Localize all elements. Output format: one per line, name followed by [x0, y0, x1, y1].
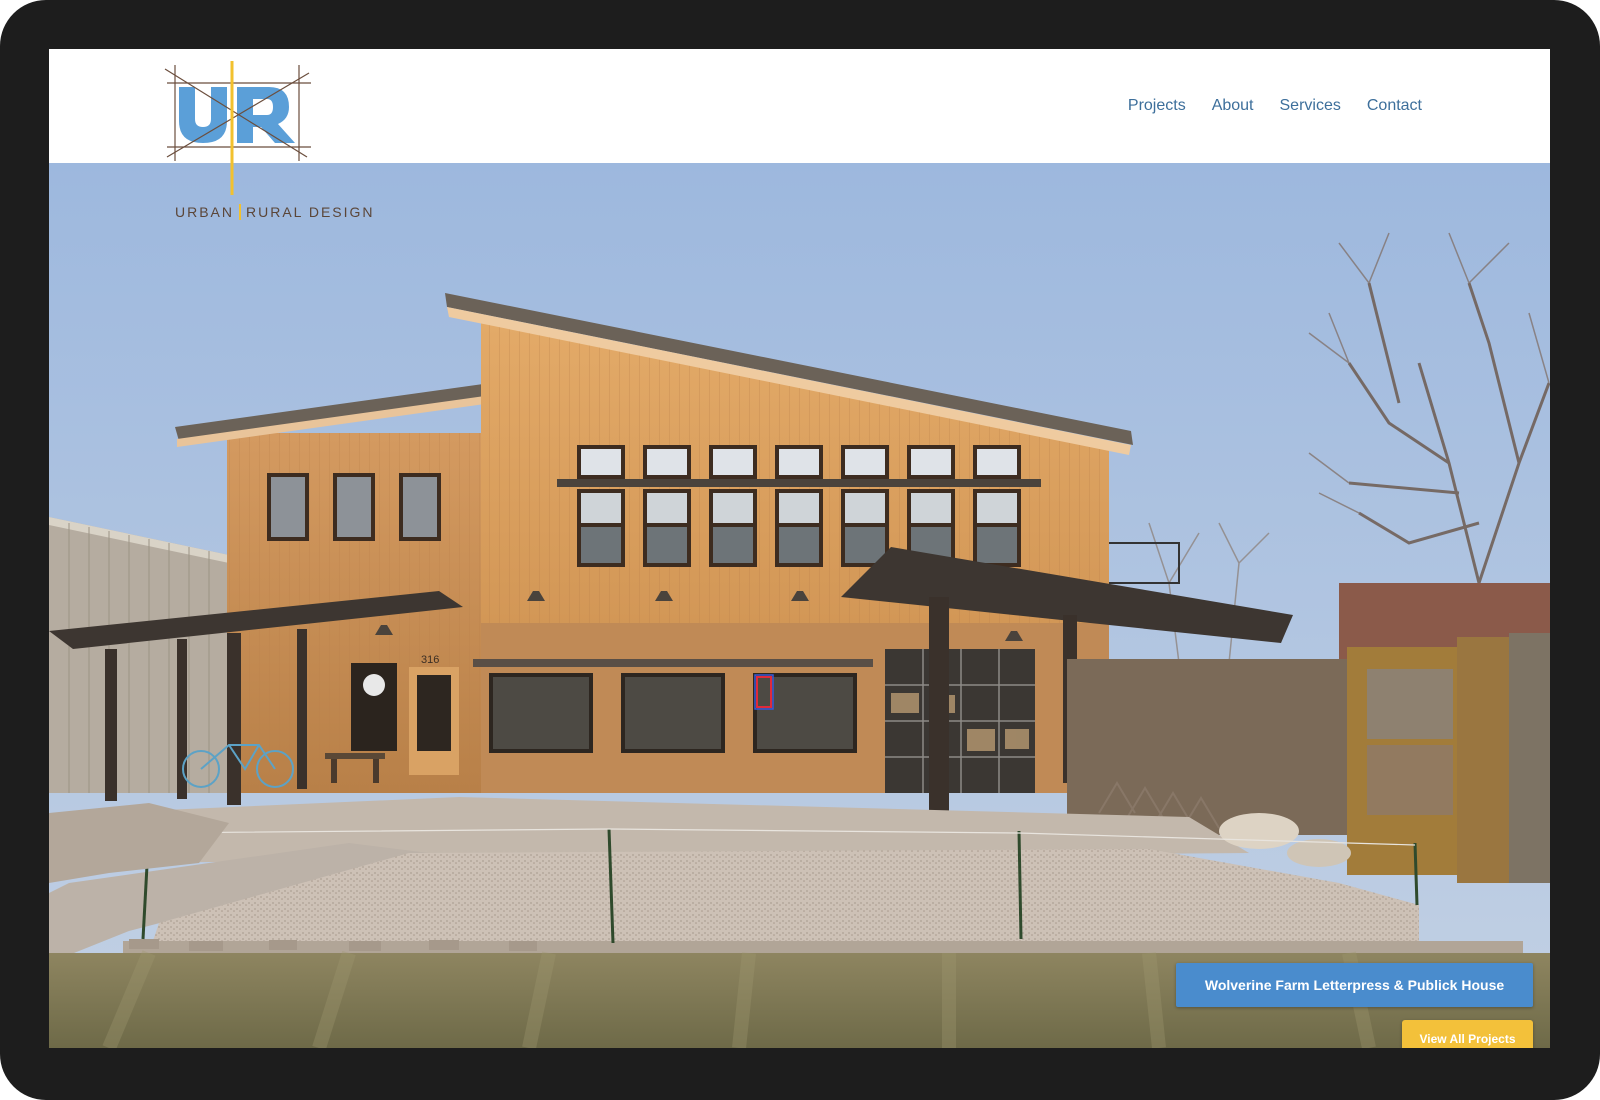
- view-all-projects-button[interactable]: View All Projects: [1402, 1020, 1533, 1048]
- nav-services[interactable]: Services: [1280, 97, 1341, 115]
- logo-divider: [239, 204, 242, 220]
- nav-about[interactable]: About: [1212, 97, 1254, 115]
- nav-contact[interactable]: Contact: [1367, 97, 1422, 115]
- hero-photo: 316: [49, 163, 1550, 1048]
- logo-text-rural-design: RURAL DESIGN: [246, 204, 375, 220]
- nav-projects[interactable]: Projects: [1128, 97, 1186, 115]
- hero-slide: 316 Wolverine Farm Letterpress & Publick…: [49, 163, 1550, 1048]
- device-frame: Projects About Services Contact URBAN RU…: [0, 0, 1600, 1100]
- logo-wordmark: URBAN RURAL DESIGN: [175, 204, 375, 220]
- building-number: 316: [421, 654, 439, 666]
- main-nav: Projects About Services Contact: [1128, 97, 1422, 115]
- logo-mark-icon: [164, 61, 311, 195]
- project-caption-button[interactable]: Wolverine Farm Letterpress & Publick Hou…: [1176, 963, 1533, 1007]
- browser-viewport: Projects About Services Contact URBAN RU…: [49, 49, 1550, 1048]
- logo-text-urban: URBAN: [175, 204, 235, 220]
- site-logo[interactable]: URBAN RURAL DESIGN: [161, 61, 431, 221]
